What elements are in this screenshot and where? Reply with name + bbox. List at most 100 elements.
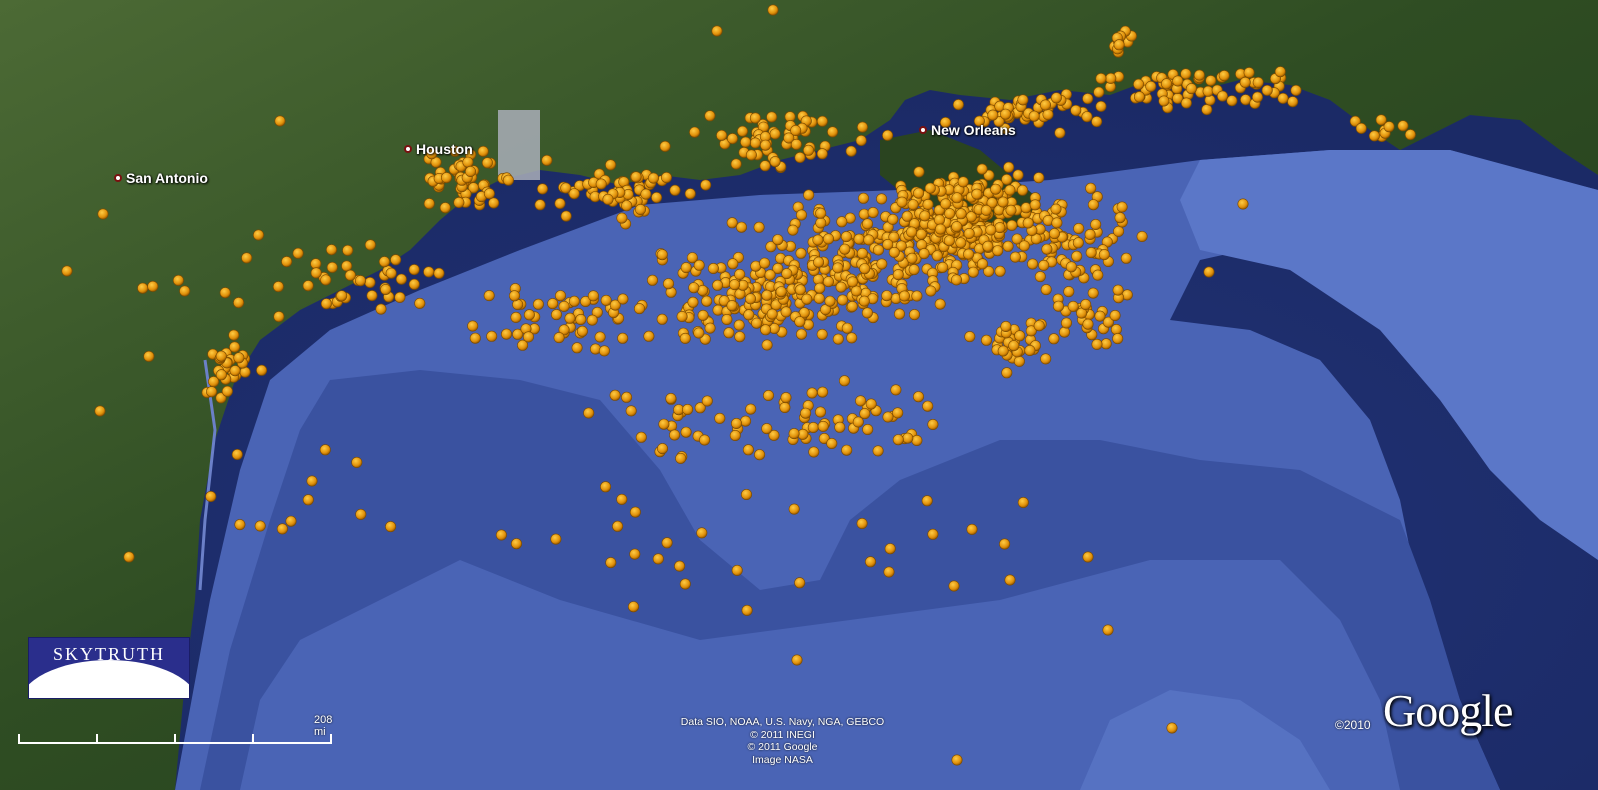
incident-marker-icon[interactable] (712, 304, 724, 316)
incident-marker-icon[interactable] (767, 4, 779, 16)
incident-marker-icon[interactable] (700, 179, 712, 191)
incident-marker-icon[interactable] (1133, 78, 1145, 90)
incident-marker-icon[interactable] (689, 126, 701, 138)
incident-marker-icon[interactable] (1091, 116, 1103, 128)
incident-marker-icon[interactable] (827, 126, 839, 138)
incident-marker-icon[interactable] (1005, 204, 1017, 216)
incident-marker-icon[interactable] (976, 258, 988, 270)
incident-marker-icon[interactable] (1050, 92, 1062, 104)
incident-marker-icon[interactable] (1180, 97, 1192, 109)
incident-marker-icon[interactable] (1082, 93, 1094, 105)
incident-marker-icon[interactable] (769, 128, 781, 140)
incident-marker-icon[interactable] (558, 300, 570, 312)
incident-marker-icon[interactable] (955, 237, 967, 249)
incident-marker-icon[interactable] (911, 434, 923, 446)
incident-marker-icon[interactable] (901, 210, 913, 222)
incident-marker-icon[interactable] (229, 341, 241, 353)
incident-marker-icon[interactable] (341, 260, 353, 272)
incident-marker-icon[interactable] (1085, 247, 1097, 259)
incident-marker-icon[interactable] (1113, 39, 1125, 51)
incident-marker-icon[interactable] (310, 267, 322, 279)
incident-marker-icon[interactable] (1091, 338, 1103, 350)
incident-marker-icon[interactable] (741, 604, 753, 616)
incident-marker-icon[interactable] (510, 311, 522, 323)
incident-marker-icon[interactable] (228, 329, 240, 341)
incident-marker-icon[interactable] (1239, 76, 1251, 88)
incident-marker-icon[interactable] (1226, 95, 1238, 107)
incident-marker-icon[interactable] (1053, 300, 1065, 312)
incident-marker-icon[interactable] (453, 197, 465, 209)
incident-marker-icon[interactable] (351, 456, 363, 468)
incident-marker-icon[interactable] (281, 256, 293, 268)
incident-marker-icon[interactable] (660, 172, 672, 184)
incident-marker-icon[interactable] (679, 332, 691, 344)
incident-marker-icon[interactable] (534, 199, 546, 211)
incident-marker-icon[interactable] (731, 564, 743, 576)
incident-marker-icon[interactable] (693, 327, 705, 339)
incident-marker-icon[interactable] (839, 243, 851, 255)
incident-marker-icon[interactable] (221, 385, 233, 397)
incident-marker-icon[interactable] (985, 224, 997, 236)
incident-marker-icon[interactable] (749, 112, 761, 124)
incident-marker-icon[interactable] (1051, 217, 1063, 229)
incident-marker-icon[interactable] (1072, 237, 1084, 249)
incident-marker-icon[interactable] (1112, 333, 1124, 345)
incident-marker-icon[interactable] (845, 145, 857, 157)
incident-marker-icon[interactable] (791, 654, 803, 666)
incident-marker-icon[interactable] (172, 274, 184, 286)
incident-marker-icon[interactable] (693, 259, 705, 271)
incident-marker-icon[interactable] (1006, 219, 1018, 231)
incident-marker-icon[interactable] (721, 313, 733, 325)
incident-marker-icon[interactable] (1368, 130, 1380, 142)
incident-marker-icon[interactable] (541, 154, 553, 166)
incident-marker-icon[interactable] (1290, 84, 1302, 96)
incident-marker-icon[interactable] (911, 290, 923, 302)
incident-marker-icon[interactable] (794, 316, 806, 328)
incident-marker-icon[interactable] (253, 229, 265, 241)
skytruth-logo[interactable]: SKYTRUTH (28, 637, 190, 699)
incident-marker-icon[interactable] (815, 217, 827, 229)
incident-marker-icon[interactable] (982, 240, 994, 252)
incident-marker-icon[interactable] (1042, 109, 1054, 121)
incident-marker-icon[interactable] (1092, 269, 1104, 281)
incident-marker-icon[interactable] (955, 208, 967, 220)
incident-marker-icon[interactable] (206, 386, 218, 398)
incident-marker-icon[interactable] (1205, 75, 1217, 87)
incident-marker-icon[interactable] (918, 248, 930, 260)
incident-marker-icon[interactable] (1000, 108, 1012, 120)
incident-marker-icon[interactable] (883, 566, 895, 578)
incident-marker-icon[interactable] (1185, 83, 1197, 95)
incident-marker-icon[interactable] (800, 407, 812, 419)
incident-marker-icon[interactable] (729, 279, 741, 291)
incident-marker-icon[interactable] (1070, 104, 1082, 116)
incident-marker-icon[interactable] (902, 432, 914, 444)
incident-marker-icon[interactable] (966, 523, 978, 535)
incident-marker-icon[interactable] (423, 198, 435, 210)
incident-marker-icon[interactable] (423, 266, 435, 278)
incident-marker-icon[interactable] (861, 218, 873, 230)
incident-marker-icon[interactable] (779, 401, 791, 413)
city-san-antonio[interactable]: San Antonio (114, 170, 208, 186)
incident-marker-icon[interactable] (714, 412, 726, 424)
incident-marker-icon[interactable] (97, 208, 109, 220)
incident-marker-icon[interactable] (486, 330, 498, 342)
incident-marker-icon[interactable] (1383, 121, 1395, 133)
incident-marker-icon[interactable] (1012, 169, 1024, 181)
incident-marker-icon[interactable] (575, 313, 587, 325)
incident-marker-icon[interactable] (697, 309, 709, 321)
incident-marker-icon[interactable] (598, 345, 610, 357)
incident-marker-icon[interactable] (726, 300, 738, 312)
incident-marker-icon[interactable] (704, 322, 716, 334)
incident-marker-icon[interactable] (734, 331, 746, 343)
incident-marker-icon[interactable] (320, 298, 332, 310)
incident-marker-icon[interactable] (742, 444, 754, 456)
incident-marker-icon[interactable] (788, 503, 800, 515)
incident-marker-icon[interactable] (652, 553, 664, 565)
incident-marker-icon[interactable] (205, 490, 217, 502)
incident-marker-icon[interactable] (957, 176, 969, 188)
incident-marker-icon[interactable] (855, 395, 867, 407)
incident-marker-icon[interactable] (876, 258, 888, 270)
incident-marker-icon[interactable] (634, 204, 646, 216)
incident-marker-icon[interactable] (813, 256, 825, 268)
incident-marker-icon[interactable] (1016, 184, 1028, 196)
